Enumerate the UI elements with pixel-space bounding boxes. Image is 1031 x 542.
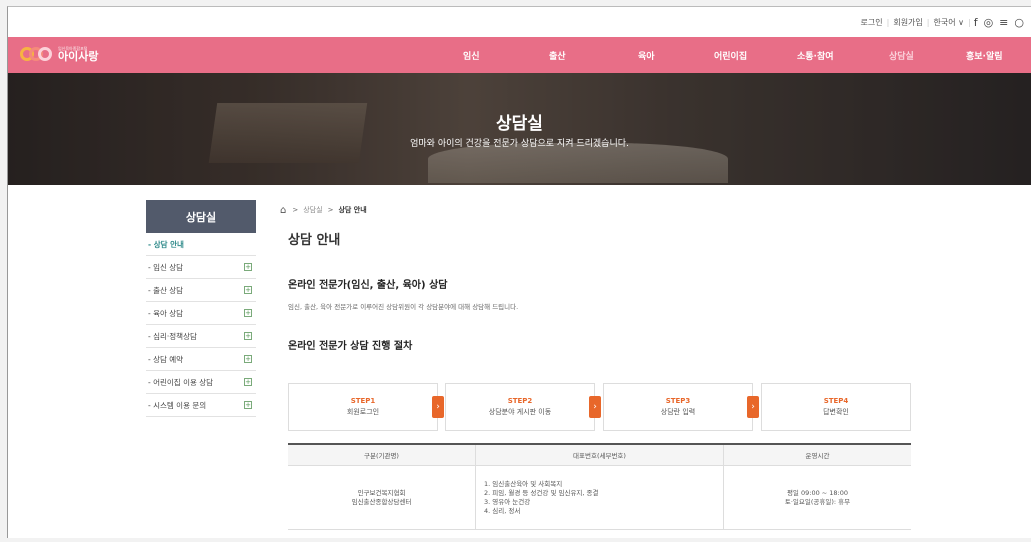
hours-cell: 평일 09:00 ~ 18:00 토·일요일(공휴일): 휴무	[724, 466, 911, 530]
numbers-cell: 1. 임신출산육아 및 사회복지 2. 피임, 월경 등 성건강 및 임신유지,…	[476, 466, 724, 530]
step-number: STEP1	[350, 397, 376, 405]
step-text: 답변확인	[823, 408, 849, 416]
expand-icon[interactable]: +	[244, 355, 252, 363]
side-item-birth[interactable]: - 출산 상담 +	[146, 279, 256, 302]
expand-icon[interactable]: +	[244, 378, 252, 386]
nav-item-daycare[interactable]: 어린이집	[714, 49, 747, 62]
search-icon[interactable]: ○	[1014, 16, 1024, 29]
side-item-system[interactable]: - 시스템 이용 문의 +	[146, 394, 256, 417]
side-item-daycare[interactable]: - 어린이집 이용 상담 +	[146, 371, 256, 394]
utility-bar: 로그인 | 회원가입 | 한국어 ∨ | f ◎ ≡ ○	[8, 7, 1031, 37]
expand-icon[interactable]: +	[244, 332, 252, 340]
instagram-icon[interactable]: ◎	[984, 16, 994, 29]
step-list: STEP1 회원로그인 › STEP2 상담분야 게시판 이동 › STEP3 …	[288, 383, 911, 431]
column-header: 구분(기관명)	[288, 445, 476, 466]
nav-item-pregnancy[interactable]: 임신	[463, 49, 480, 62]
divider: |	[886, 17, 890, 27]
hero-subtitle: 엄마와 아이의 건강을 전문가 상담으로 지켜 드리겠습니다.	[410, 139, 629, 149]
side-menu-title: 상담실	[146, 200, 256, 233]
section-description: 임신, 출산, 육아 전문가로 이루어진 상담위원이 각 상담분야에 대해 상담…	[288, 303, 519, 311]
section-title: 온라인 전문가(임신, 출산, 육아) 상담	[288, 280, 448, 291]
table-header-row: 구분(기관명) 대표번호(세부번호) 운영시간	[288, 445, 911, 466]
main-content: ⌂ > 상담실 > 상담 안내 상담 안내 온라인 전문가(임신, 출산, 육아…	[280, 200, 920, 530]
expand-icon[interactable]: +	[244, 286, 252, 294]
step-card: STEP1 회원로그인 ›	[288, 383, 444, 431]
menu-icon[interactable]: ≡	[999, 16, 1008, 29]
logo-tagline: 임신육아종합포털	[58, 45, 88, 51]
chevron-down-icon: ∨	[958, 17, 964, 27]
logo-mark	[20, 44, 54, 64]
breadcrumb-current: 상담 안내	[338, 206, 367, 214]
step-card: STEP4 답변확인	[761, 383, 911, 431]
browser-page: 로그인 | 회원가입 | 한국어 ∨ | f ◎ ≡ ○ 임신육아종합포털 아이…	[7, 6, 1031, 538]
org-cell: 인구보건복지협회 임신출산종합상담센터	[288, 466, 476, 530]
expand-icon[interactable]: +	[244, 401, 252, 409]
side-item-parenting[interactable]: - 육아 상담 +	[146, 302, 256, 325]
login-link[interactable]: 로그인	[861, 17, 883, 28]
chevron-right-icon: ›	[432, 396, 444, 418]
step-card: STEP3 상담란 입력 ›	[603, 383, 759, 431]
nav-item-parenting[interactable]: 육아	[638, 49, 655, 62]
page-title: 상담 안내	[288, 233, 341, 248]
side-item-guide[interactable]: - 상담 안내	[146, 233, 256, 256]
table-row: 인구보건복지협회 임신출산종합상담센터 1. 임신출산육아 및 사회복지 2. …	[288, 466, 911, 530]
breadcrumb-item[interactable]: 상담실	[303, 205, 322, 215]
column-header: 대표번호(세부번호)	[476, 445, 724, 466]
contact-table: 구분(기관명) 대표번호(세부번호) 운영시간 인구보건복지협회 임신출산종합상…	[288, 443, 911, 530]
side-item-reservation[interactable]: - 상담 예약 +	[146, 348, 256, 371]
breadcrumb: ⌂ > 상담실 > 상담 안내	[280, 204, 367, 216]
home-icon[interactable]: ⌂	[280, 205, 286, 216]
chevron-right-icon: ›	[747, 396, 759, 418]
site-logo[interactable]: 임신육아종합포털 아이사랑	[20, 44, 98, 64]
language-label: 한국어	[933, 17, 956, 27]
facebook-icon[interactable]: f	[974, 16, 978, 29]
side-menu: 상담실 - 상담 안내 - 임신 상담 + - 출산 상담 + - 육아 상담 + -…	[146, 200, 256, 417]
step-text: 회원로그인	[346, 408, 380, 416]
side-item-psychology[interactable]: - 심리·정책상담 +	[146, 325, 256, 348]
hero-title: 상담실	[496, 114, 543, 134]
divider: |	[967, 17, 971, 27]
nav-item-counseling[interactable]: 상담실	[889, 49, 914, 62]
step-card: STEP2 상담분야 게시판 이동 ›	[445, 383, 601, 431]
chevron-right-icon: ›	[589, 396, 601, 418]
nav-item-news[interactable]: 홍보·알림	[966, 49, 1003, 62]
step-number: STEP4	[823, 397, 849, 405]
step-number: STEP2	[507, 397, 533, 405]
divider: |	[926, 17, 930, 27]
expand-icon[interactable]: +	[244, 263, 252, 271]
main-nav: 임신육아종합포털 아이사랑 임신 출산 육아 어린이집 소통·참여 상담실 홍보…	[8, 37, 1031, 73]
side-item-pregnancy[interactable]: - 임신 상담 +	[146, 256, 256, 279]
step-number: STEP3	[665, 397, 691, 405]
column-header: 운영시간	[724, 445, 911, 466]
nav-item-birth[interactable]: 출산	[549, 49, 566, 62]
logo-name: 아이사랑	[58, 49, 99, 63]
nav-item-community[interactable]: 소통·참여	[797, 49, 834, 62]
hero-banner: 상담실 엄마와 아이의 건강을 전문가 상담으로 지켜 드리겠습니다.	[8, 73, 1031, 185]
language-select[interactable]: 한국어 ∨	[933, 17, 964, 28]
step-text: 상담란 입력	[660, 408, 696, 416]
expand-icon[interactable]: +	[244, 309, 252, 317]
section-title: 온라인 전문가 상담 진행 절차	[288, 341, 413, 352]
join-link[interactable]: 회원가입	[893, 17, 922, 28]
step-text: 상담분야 게시판 이동	[488, 408, 552, 416]
